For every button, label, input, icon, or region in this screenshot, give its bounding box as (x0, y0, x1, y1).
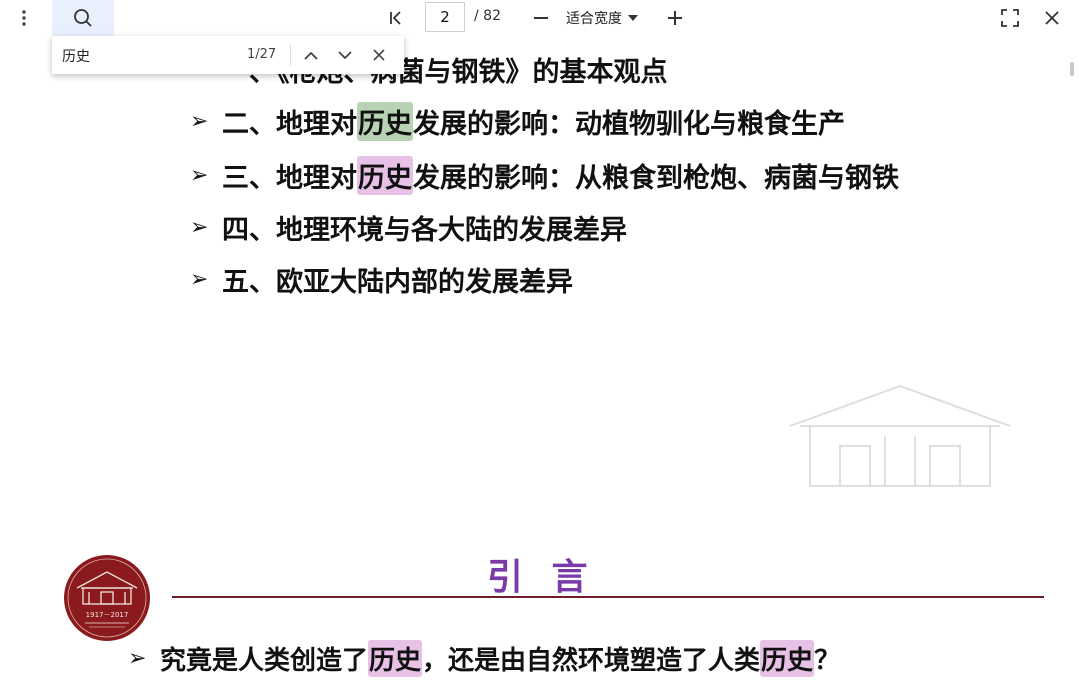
zoom-mode-select[interactable]: 适合宽度 (566, 8, 638, 28)
outline-item-text: 三、地理对 (222, 163, 357, 194)
search-icon (74, 9, 92, 27)
bullet-arrow-icon: ➢ (190, 215, 209, 240)
outline-item-text: 四、地理环境与各大陆的发展差异 (222, 215, 627, 246)
find-match-count: 1/27 (247, 47, 277, 62)
scrollbar-thumb[interactable] (1070, 62, 1074, 76)
section-divider (172, 596, 1044, 598)
first-page-icon (390, 11, 401, 25)
find-next-button[interactable] (330, 40, 360, 70)
find-close-button[interactable] (364, 40, 394, 70)
search-match-current: 历史 (357, 102, 413, 141)
fullscreen-button[interactable] (994, 0, 1026, 36)
search-button[interactable] (52, 0, 114, 36)
search-match: 历史 (760, 640, 815, 677)
outline-item-5: ➢ 五、欧亚大陆内部的发展差异 (190, 260, 573, 299)
intro-question: ➢ 究竟是人类创造了 历史 ，还是由自然环境塑造了人类 历史？ (128, 640, 840, 677)
minus-icon (534, 17, 548, 19)
outline-item-2: ➢ 二、地理对 历史 发展的影响：动植物驯化与粮食生产 (190, 102, 845, 141)
find-previous-button[interactable] (296, 40, 326, 70)
more-vert-icon[interactable] (8, 0, 40, 36)
document-page: ➢ 一、《枪炮、病菌与钢铁》的基本观点 ➢ 二、地理对历史发展的影响：动植物驯化… (0, 36, 1066, 694)
chevron-down-icon (338, 50, 352, 59)
zoom-out-button[interactable] (526, 0, 556, 36)
page-number-input[interactable]: 2 (425, 2, 465, 32)
bullet-arrow-icon: ➢ (190, 267, 209, 292)
find-input[interactable] (60, 44, 224, 68)
outline-item-text: 发展的影响：动植物驯化与粮食生产 (413, 109, 845, 140)
logo-years: 1917－2017 (86, 611, 129, 619)
section-title: 引 言 (487, 557, 596, 598)
close-icon (1045, 11, 1059, 25)
question-text: ，还是由自然环境塑造了人类 (422, 646, 761, 676)
close-icon (373, 49, 385, 61)
find-divider (290, 44, 291, 66)
page-total: / 82 (474, 8, 501, 24)
bullet-arrow-icon: ➢ (190, 163, 209, 188)
building-watermark (789, 384, 1011, 487)
outline-item-4: ➢ 四、地理环境与各大陆的发展差异 (190, 208, 627, 247)
plus-icon (668, 11, 682, 25)
question-text: 究竟是人类创造了 (160, 646, 369, 676)
close-viewer-button[interactable] (1036, 0, 1068, 36)
pdf-toolbar: 2 / 82 适合宽度 (0, 0, 1079, 36)
chevron-up-icon (304, 51, 318, 60)
outline-item-text: 五、欧亚大陆内部的发展差异 (222, 267, 573, 298)
outline-item-text: 发展的影响：从粮食到枪炮、病菌与钢铁 (413, 163, 899, 194)
university-logo: 1917－2017 (64, 555, 150, 641)
question-text: ？ (814, 646, 841, 676)
bullet-arrow-icon: ➢ (128, 646, 147, 671)
first-page-button[interactable] (380, 0, 412, 36)
outline-item-3: ➢ 三、地理对 历史 发展的影响：从粮食到枪炮、病菌与钢铁 (190, 156, 899, 195)
find-bar: 1/27 (52, 36, 404, 74)
bullet-arrow-icon: ➢ (190, 109, 209, 134)
search-match: 历史 (368, 640, 423, 677)
search-match: 历史 (357, 156, 413, 195)
outline-item-text: 二、地理对 (222, 109, 357, 140)
zoom-in-button[interactable] (660, 0, 690, 36)
vertical-scrollbar[interactable] (1066, 36, 1079, 694)
caret-down-icon (628, 15, 638, 21)
fullscreen-icon (1001, 9, 1019, 27)
zoom-mode-label: 适合宽度 (566, 11, 622, 27)
